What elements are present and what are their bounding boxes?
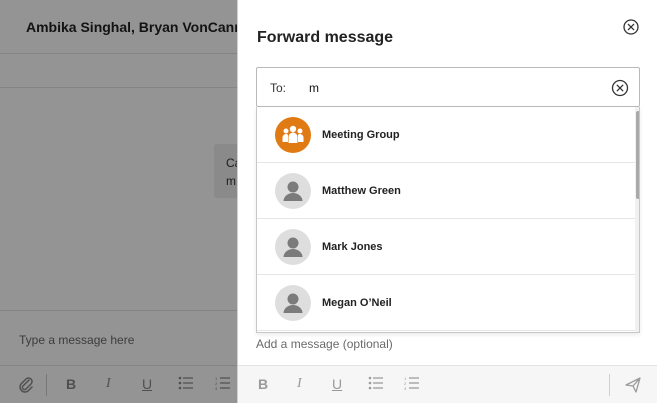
person-icon — [275, 173, 311, 209]
person-icon — [275, 229, 311, 265]
person-icon — [275, 285, 311, 321]
italic-button[interactable]: I — [297, 376, 302, 392]
recipient-suggestions: Meeting Group Matthew Green Mark Jones M… — [256, 107, 640, 333]
svg-text:3: 3 — [404, 386, 407, 390]
scrollbar-thumb[interactable] — [636, 111, 639, 199]
clear-circle-icon[interactable] — [611, 79, 629, 97]
suggestion-matthew-green[interactable]: Matthew Green — [257, 163, 635, 219]
suggestion-name: Meeting Group — [322, 129, 400, 141]
forward-toolbar: B I U 123 — [238, 365, 657, 403]
toolbar-divider — [609, 374, 610, 396]
suggestions-scrollbar[interactable] — [635, 107, 639, 332]
add-message-input[interactable]: Add a message (optional) — [256, 337, 393, 351]
to-input-value[interactable]: m — [309, 81, 319, 95]
suggestion-meeting-group[interactable]: Meeting Group — [257, 107, 635, 163]
suggestion-name: Matthew Green — [322, 185, 401, 197]
suggestion-mark-jones[interactable]: Mark Jones — [257, 219, 635, 275]
numbered-list-icon[interactable]: 123 — [404, 376, 420, 393]
forward-message-panel: Forward message To: m Meeting Group Matt… — [237, 0, 657, 403]
panel-title: Forward message — [257, 29, 394, 46]
to-label: To: — [270, 81, 287, 95]
suggestion-name: Mark Jones — [322, 241, 383, 253]
suggestion-name: Megan O’Neil — [322, 297, 392, 309]
close-circle-icon[interactable] — [623, 19, 639, 35]
underline-button[interactable]: U — [332, 376, 342, 392]
modal-overlay[interactable] — [0, 0, 237, 403]
send-icon[interactable] — [624, 376, 642, 394]
to-recipient-input[interactable]: To: m — [256, 67, 640, 107]
group-icon — [275, 117, 311, 153]
bullet-list-icon[interactable] — [368, 376, 384, 393]
bold-button[interactable]: B — [258, 376, 268, 392]
suggestion-megan-oneil[interactable]: Megan O’Neil — [257, 275, 635, 331]
